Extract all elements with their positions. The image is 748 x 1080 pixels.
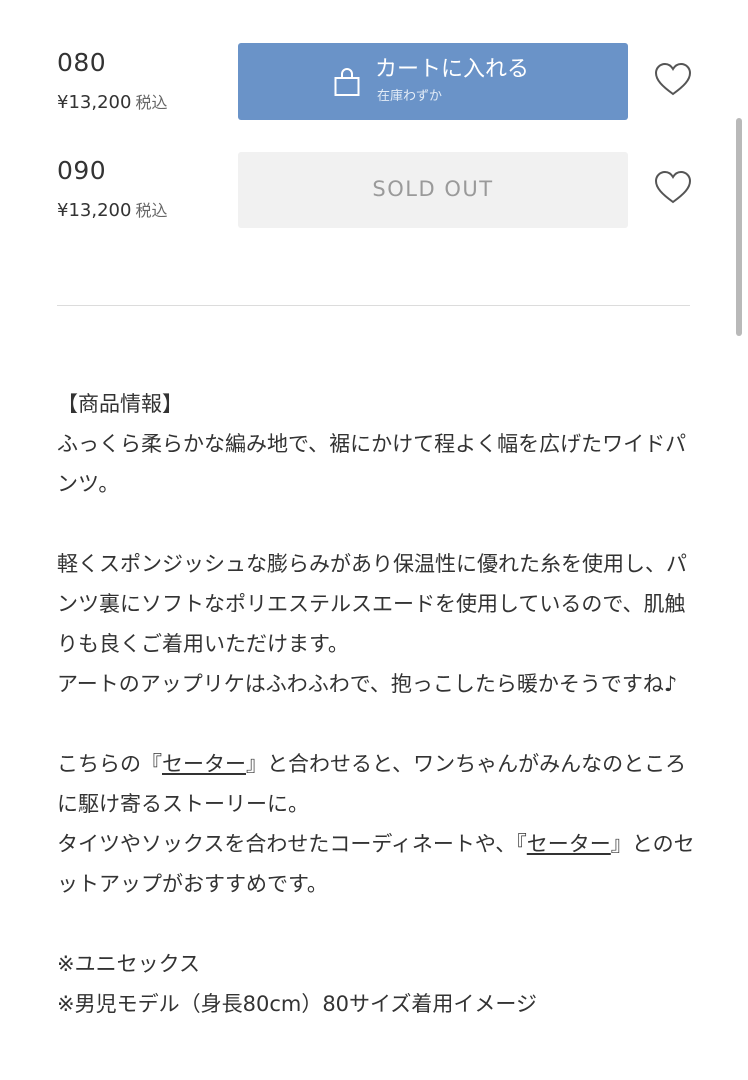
price: ¥13,200 税込 [57,199,167,223]
section-divider [57,305,690,306]
stock-status: 在庫わずか [377,89,443,104]
description-paragraph: タイツやソックスを合わせたコーディネートや、『セーター』とのセットアップがおすす… [57,824,697,904]
size-code: 090 [57,156,107,185]
shopping-bag-icon [334,68,360,96]
description-paragraph: 軽くスポンジッシュな膨らみがあり保温性に優れた糸を使用し、パンツ裏にソフトなポリ… [57,552,687,656]
product-description: 【商品情報】 ふっくら柔らかな編み地で、裾にかけて程よく幅を広げたワイドパンツ。… [57,384,697,1024]
heart-outline-icon[interactable] [654,62,692,98]
price: ¥13,200 税込 [57,91,167,115]
sold-out-button: SOLD OUT [238,152,628,228]
note: ※男児モデル（身長80cm）80サイズ着用イメージ [57,992,537,1016]
description-heading: 【商品情報】 [57,392,183,416]
note: ※ユニセックス [57,952,200,976]
size-row-090: 090 ¥13,200 税込 SOLD OUT [0,150,748,230]
size-row-080: 080 ¥13,200 税込 カートに入れる 在庫わずか [0,42,748,122]
size-code: 080 [57,48,107,77]
tax-label: 税込 [135,93,168,112]
sweater-link[interactable]: セーター [527,832,611,856]
tax-label: 税込 [135,201,168,220]
heart-outline-icon[interactable] [654,170,692,206]
price-value: ¥13,200 [57,200,132,221]
sold-out-label: SOLD OUT [372,177,494,201]
scrollbar[interactable] [736,118,742,336]
description-paragraph: アートのアップリケはふわふわで、抱っこしたら暖かそうですね♪ [57,672,678,696]
price-value: ¥13,200 [57,92,132,113]
description-paragraph: こちらの『セーター』と合わせると、ワンちゃんがみんなのところに駆け寄るストーリー… [57,744,697,824]
description-paragraph: ふっくら柔らかな編み地で、裾にかけて程よく幅を広げたワイドパンツ。 [57,432,687,496]
add-to-cart-button[interactable]: カートに入れる 在庫わずか [238,43,628,120]
sweater-link[interactable]: セーター [162,752,246,776]
product-page: 080 ¥13,200 税込 カートに入れる 在庫わずか 090 ¥13,200 税… [0,0,748,1080]
text-fragment: こちらの『 [57,752,162,776]
text-fragment: タイツやソックスを合わせたコーディネートや、『 [57,832,527,856]
add-to-cart-label: カートに入れる [375,57,530,82]
